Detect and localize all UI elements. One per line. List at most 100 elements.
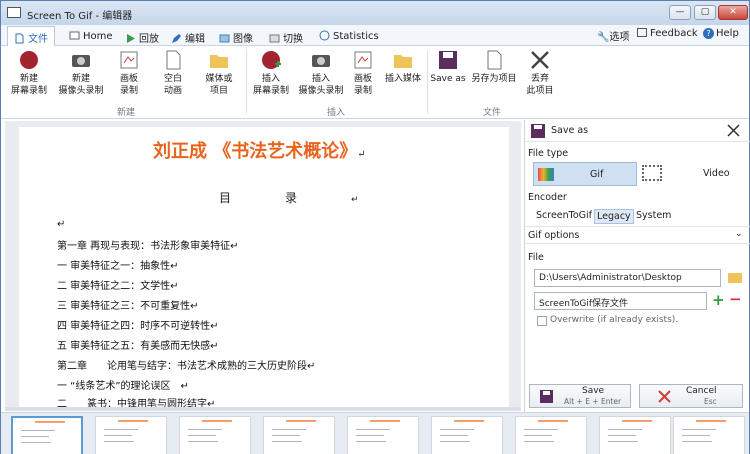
doc-line: 三 审美特征之三：不可重复性↵ [57,301,199,312]
board-insert-icon [354,51,372,69]
tab-label: Home [83,31,113,42]
button-label: 媒体或 项目 [205,74,233,96]
floppy-disk-icon [439,51,457,69]
help-button[interactable]: ? Help [703,28,739,39]
gif-options-label: Gif options [528,230,580,241]
title-bar: Screen To Gif - 编辑器 — ▢ ✕ [1,1,749,25]
button-label: Save as [430,74,466,84]
frame-thumbnail[interactable] [95,416,167,454]
insert-media-button[interactable]: 插入媒体 [381,49,425,85]
gif-options-expander[interactable]: Gif options ⌄ [525,226,750,244]
remove-icon[interactable]: − [729,290,742,308]
encoder-screentogif[interactable]: ScreenToGif [534,209,594,222]
minimize-button[interactable]: — [669,5,691,20]
new-board-recording-button[interactable]: 画板 录制 [111,49,147,97]
video-type-option[interactable]: Video [641,162,745,186]
discard-project-button[interactable]: 丢弃 此项目 [521,49,559,97]
frame-thumbnail[interactable] [599,416,671,454]
group-label-insert: 插入 [326,108,345,118]
output-folder-input[interactable]: D:\Users\Administrator\Desktop [534,269,721,287]
overwrite-checkbox[interactable] [537,316,547,326]
add-icon[interactable]: + [712,291,725,309]
transition-icon [269,34,280,43]
panel-header: Save as [525,120,750,142]
frame-thumbnail[interactable] [179,416,251,454]
cancel-button[interactable]: Cancel Esc [639,384,743,408]
doc-line: 一 审美特征之一：抽象性↵ [57,261,179,272]
folder-open-icon[interactable] [728,273,742,283]
frame-thumbnail[interactable] [673,416,745,454]
save-as-project-button[interactable]: 另存为项目 [467,49,521,85]
doc-line: 第一章 再现与表现：书法形象审美特征↵ [57,241,239,252]
play-icon [127,34,135,43]
frame-thumbnail[interactable] [347,416,419,454]
new-blank-animation-button[interactable]: 空白 动画 [155,49,191,97]
wrench-icon: 🔧 [597,32,610,43]
help-icon: ? [703,28,714,39]
tab-edit[interactable]: 编辑 [165,27,211,46]
tab-label: 图像 [233,34,253,45]
feedback-button[interactable]: Feedback [637,28,698,39]
doc-line: 一 “线条艺术”的理论误区 ↵ [57,381,189,392]
discard-x-icon [531,51,549,69]
video-label: Video [703,168,730,179]
doc-line: 第二章 论用笔与结字：书法艺术成熟的三大历史阶段↵ [57,361,316,372]
button-label: 另存为项目 [471,74,517,84]
horizontal-scrollbar[interactable] [5,407,521,411]
frame-canvas[interactable]: 刘正成 《书法艺术概论》↵ 目录↵ ↵ 第一章 再现与表现：书法形象审美特征↵ … [5,121,521,407]
toc-heading: 目录↵ [219,191,359,205]
insert-board-recording-button[interactable]: 画板 录制 [347,49,379,97]
insert-webcam-recording-button[interactable]: 插入 摄像头录制 [295,49,347,97]
doc-line: 五 审美特征之五：有美感而无快感↵ [57,341,219,352]
gif-icon [538,168,554,181]
ribbon: 新建 屏幕录制 新建 摄像头录制 画板 录制 空白 动画 媒体或 项目 新建 插… [1,46,749,119]
editor-window: Screen To Gif - 编辑器 — ▢ ✕ 文件 Home 回放 编辑 … [0,0,750,454]
new-screen-recording-button[interactable]: 新建 屏幕录制 [7,49,51,97]
save-as-button[interactable]: Save as [429,49,467,85]
button-label: 新建 摄像头录制 [58,74,104,96]
button-label: 画板 录制 [353,74,372,96]
close-panel-icon[interactable] [727,124,740,137]
window-title: Screen To Gif - 编辑器 [27,11,133,22]
tab-label: 切换 [283,34,303,45]
gif-type-option[interactable]: Gif [533,162,637,186]
save-label: Save [582,386,605,396]
tab-file[interactable]: 文件 [7,26,55,47]
new-webcam-recording-button[interactable]: 新建 摄像头录制 [55,49,107,97]
group-separator [246,50,247,114]
doc-line: 二 审美特征之二：文学性↵ [57,281,179,292]
group-separator [427,50,428,114]
tab-statistics[interactable]: Statistics [313,27,385,46]
open-media-project-button[interactable]: 媒体或 项目 [199,49,239,97]
tab-transitions[interactable]: 切换 [263,27,309,46]
button-label: 插入媒体 [384,74,421,84]
chevron-down-icon: ⌄ [735,229,743,239]
encoder-legacy[interactable]: Legacy [594,209,634,224]
frame-thumbnail[interactable] [263,416,335,454]
button-label: 画板 录制 [119,74,138,96]
floppy-disk-icon [531,124,545,138]
pencil-icon [172,34,181,43]
frame-thumbnail[interactable] [11,416,83,454]
options-button[interactable]: 🔧选项 [597,28,629,43]
group-label-file: 文件 [482,108,501,118]
encoder-system[interactable]: System [634,209,673,222]
insert-screen-recording-button[interactable]: 插入 屏幕录制 [249,49,293,97]
save-button[interactable]: Save Alt + E + Enter [529,384,631,408]
maximize-button[interactable]: ▢ [694,5,716,20]
frame-thumbnail[interactable] [515,416,587,454]
frame-thumbnail[interactable] [431,416,503,454]
tab-playback[interactable]: 回放 [119,27,165,46]
cancel-label: Cancel [686,386,717,396]
feedback-icon [637,28,647,37]
button-label: 新建 屏幕录制 [10,74,47,96]
frame-strip [1,412,749,454]
button-label: 插入 屏幕录制 [252,74,289,96]
tab-image[interactable]: 图像 [213,27,259,46]
filename-input[interactable]: ScreenToGif保存文件 [534,292,707,310]
tab-home[interactable]: Home [63,27,119,46]
close-button[interactable]: ✕ [718,5,748,20]
encoder-label: Encoder [528,192,567,203]
blank-line: ↵ [57,219,66,230]
folder-insert-icon [394,55,412,68]
